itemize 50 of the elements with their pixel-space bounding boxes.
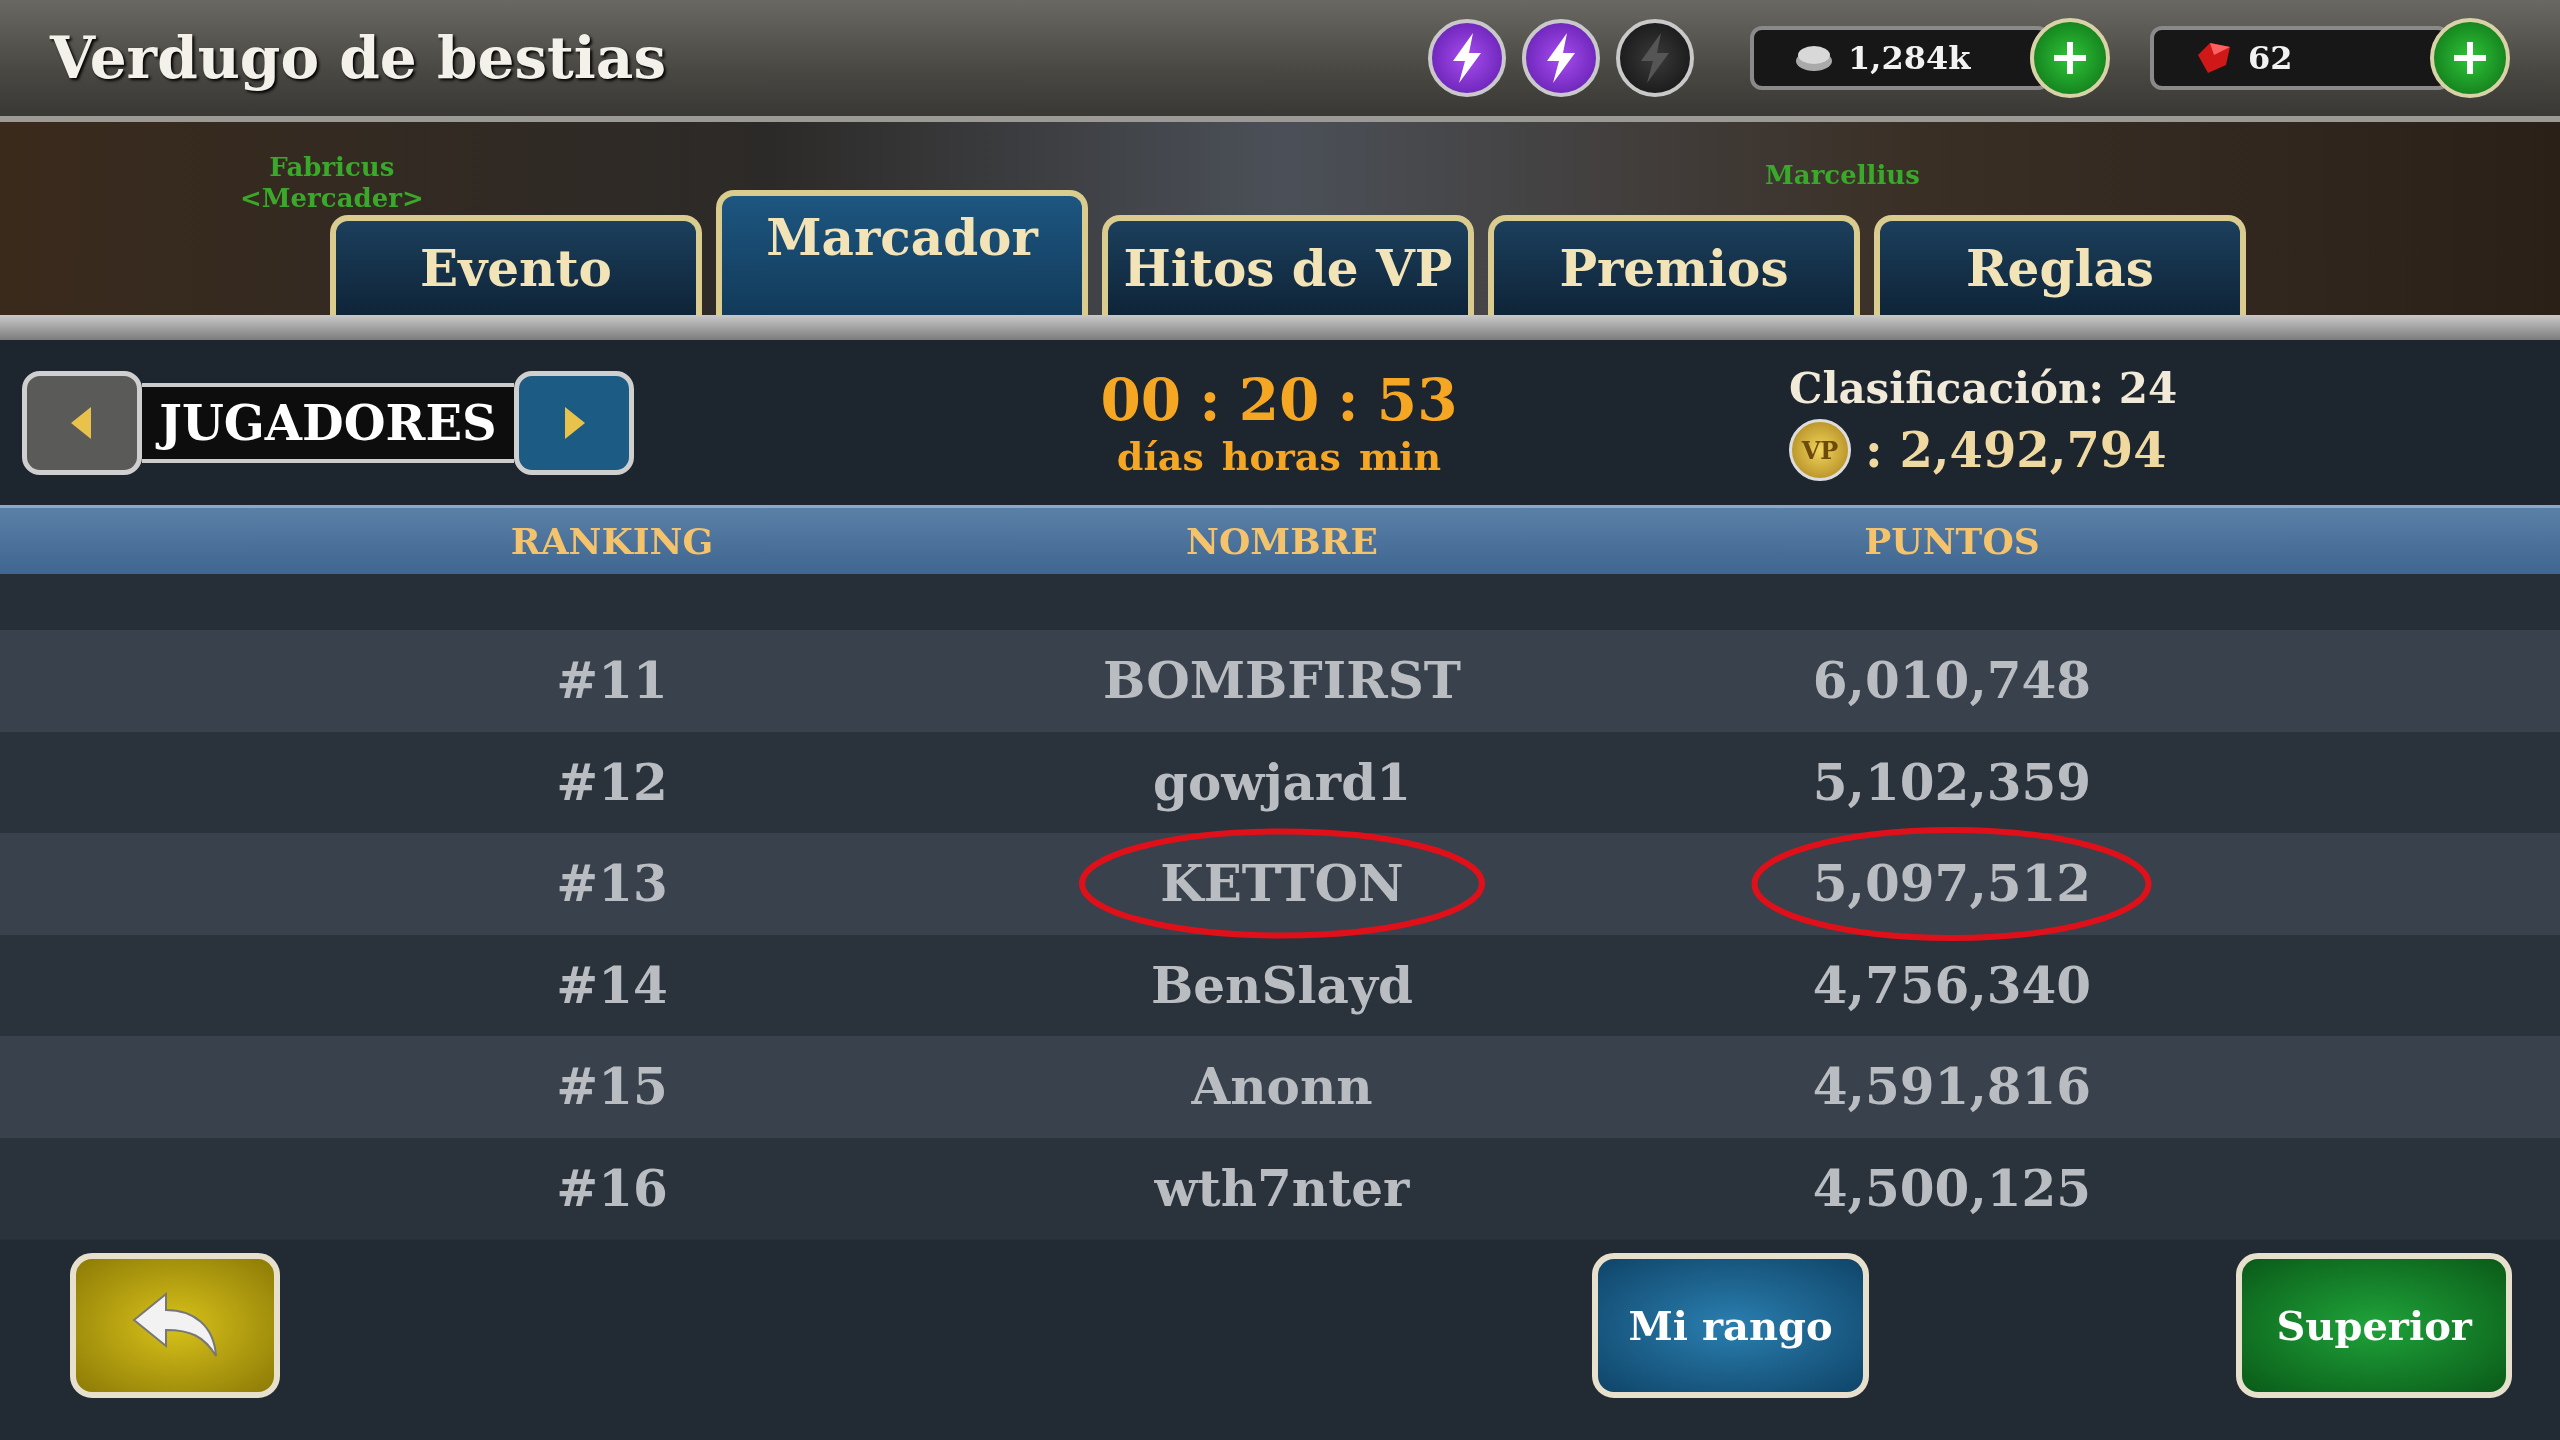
column-header: PUNTOS	[1863, 520, 2041, 562]
timer-value: 00	[1100, 366, 1182, 434]
tab[interactable]: Premios	[1488, 215, 1860, 315]
player-name-cell-text: BenSlayd	[1150, 955, 1414, 1015]
currency-amount: 62	[2248, 39, 2293, 77]
player-name-cell-text: gowjard1	[1152, 752, 1412, 812]
back-button[interactable]	[70, 1252, 280, 1398]
action-button[interactable]: Mi rango	[1591, 1252, 1870, 1398]
column-header: NOMBRE	[1185, 520, 1379, 562]
rank-cell-text: #11	[555, 651, 669, 711]
rank-cell-text: #13	[555, 854, 669, 914]
rank-cell-text: #16	[555, 1158, 669, 1218]
npc-name: Fabricus	[268, 152, 396, 183]
timer-separator: :	[1337, 366, 1359, 434]
category-label: JUGADORES	[142, 382, 514, 463]
previous-button[interactable]	[22, 370, 142, 475]
points-cell-text: 4,591,816	[1811, 1057, 2093, 1117]
player-name-cell: KETTON	[982, 854, 1582, 914]
ranking-position: Clasificación: 24	[1789, 364, 2178, 413]
timer-value: 20	[1238, 366, 1320, 434]
points-cell-text: 4,756,340	[1811, 955, 2093, 1015]
tab[interactable]: Marcador	[716, 190, 1088, 315]
timer-value: 53	[1376, 366, 1458, 434]
next-button[interactable]	[514, 370, 634, 475]
timer-unit: días	[1116, 434, 1204, 479]
npc-name: Marcellius	[1765, 160, 1920, 191]
column-header: RANKING	[509, 520, 715, 562]
tab[interactable]: Evento	[330, 215, 702, 315]
tab[interactable]: Hitos de VP	[1102, 215, 1474, 315]
player-name-cell-text: wth7nter	[1153, 1158, 1411, 1218]
rank-cell-text: #14	[555, 955, 669, 1015]
currency-amount: 1,284k	[1848, 39, 1971, 77]
tab[interactable]: Reglas	[1874, 215, 2246, 315]
timer-separator: :	[1199, 366, 1221, 434]
timer-unit: min	[1358, 434, 1442, 479]
vp-points: : 2,492,794	[1865, 422, 2167, 478]
points-cell-text: 5,102,359	[1811, 752, 2093, 812]
points-cell: 5,097,512	[1652, 854, 2252, 914]
npc-role: <Mercader>	[240, 183, 424, 214]
points-cell-text: 4,500,125	[1811, 1158, 2093, 1218]
player-name-cell-text: BOMBFIRST	[1101, 651, 1463, 711]
page-title: Verdugo de bestias	[50, 24, 668, 92]
points-cell-text: 6,010,748	[1811, 651, 2093, 711]
rank-cell-text: #12	[555, 752, 669, 812]
vp-coin-icon: VP	[1789, 419, 1851, 481]
rank-cell-text: #15	[555, 1057, 669, 1117]
coins-icon	[1794, 43, 1834, 73]
player-name-cell-text: Anonn	[1190, 1057, 1374, 1117]
timer-unit: horas	[1221, 434, 1341, 479]
action-button[interactable]: Superior	[2236, 1252, 2512, 1398]
